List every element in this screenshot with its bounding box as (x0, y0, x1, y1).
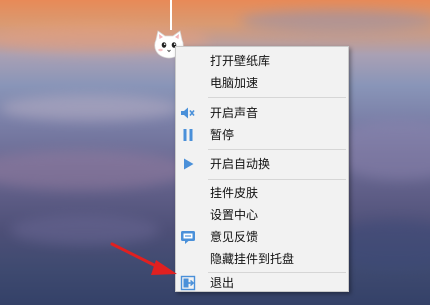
menu-separator (208, 97, 346, 98)
menu-item-label: 暂停 (210, 128, 235, 142)
menu-item-open-wallpaper-library[interactable]: 打开壁纸库 (176, 50, 348, 72)
menu-item-enable-sound[interactable]: 开启声音 (176, 102, 348, 124)
menu-item-label: 设置中心 (210, 208, 259, 222)
menu-separator (208, 149, 346, 150)
context-menu: 打开壁纸库 电脑加速 开启声音 暂停 开启自动换 挂件皮肤 设置中心 意见反馈 … (175, 46, 349, 292)
pendant-string (170, 0, 172, 30)
menu-item-label: 开启自动换 (210, 157, 271, 171)
menu-item-hide-widget-to-tray[interactable]: 隐藏挂件到托盘 (176, 248, 348, 270)
mute-speaker-icon (180, 105, 196, 121)
feedback-icon (180, 229, 196, 245)
menu-item-label: 开启声音 (210, 106, 259, 120)
pause-icon (180, 127, 196, 143)
menu-item-label: 意见反馈 (210, 230, 259, 244)
menu-item-label: 挂件皮肤 (210, 186, 259, 200)
menu-item-enable-auto-switch[interactable]: 开启自动换 (176, 153, 348, 175)
menu-item-pc-speedup[interactable]: 电脑加速 (176, 72, 348, 94)
menu-item-settings-center[interactable]: 设置中心 (176, 204, 348, 226)
menu-item-exit[interactable]: 退出 (176, 272, 348, 294)
red-arrow-icon (110, 240, 180, 280)
menu-item-feedback[interactable]: 意见反馈 (176, 226, 348, 248)
wallpaper-streak (240, 10, 430, 32)
wallpaper-streak (0, 150, 190, 190)
menu-item-label: 打开壁纸库 (210, 54, 271, 68)
menu-item-widget-skin[interactable]: 挂件皮肤 (176, 182, 348, 204)
menu-separator (208, 179, 346, 180)
play-icon (180, 156, 196, 172)
menu-item-label: 退出 (210, 276, 235, 290)
exit-icon (180, 275, 196, 291)
menu-item-label: 隐藏挂件到托盘 (210, 252, 295, 266)
wallpaper-streak (0, 95, 180, 121)
menu-item-label: 电脑加速 (210, 76, 259, 90)
menu-item-pause[interactable]: 暂停 (176, 124, 348, 146)
